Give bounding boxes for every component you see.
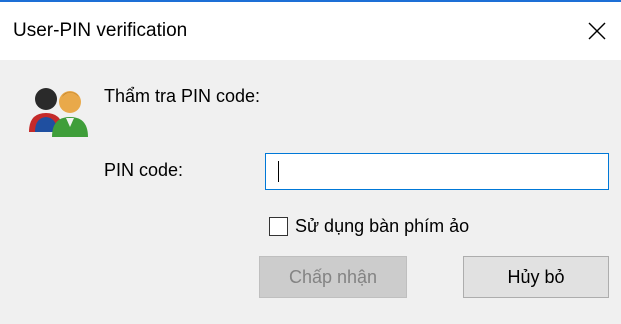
virtual-keyboard-checkbox[interactable] bbox=[269, 216, 288, 236]
pin-code-label: PIN code: bbox=[104, 160, 184, 180]
pin-verification-dialog: User-PIN verification Thẩm tra PIN code:… bbox=[0, 0, 621, 324]
close-button[interactable] bbox=[573, 2, 621, 60]
cancel-button[interactable]: Hủy bỏ bbox=[463, 256, 609, 298]
pin-code-input[interactable] bbox=[265, 153, 609, 190]
verify-pin-heading: Thẩm tra PIN code: bbox=[104, 86, 261, 106]
title-bar: User-PIN verification bbox=[0, 2, 621, 60]
window-title: User-PIN verification bbox=[13, 20, 188, 41]
accept-button[interactable]: Chấp nhận bbox=[259, 256, 407, 298]
virtual-keyboard-label: Sử dụng bàn phím ảo bbox=[295, 215, 470, 236]
users-icon bbox=[29, 88, 88, 137]
virtual-keyboard-option[interactable]: Sử dụng bàn phím ảo bbox=[269, 214, 469, 238]
text-caret bbox=[278, 161, 279, 182]
close-icon bbox=[588, 22, 606, 40]
